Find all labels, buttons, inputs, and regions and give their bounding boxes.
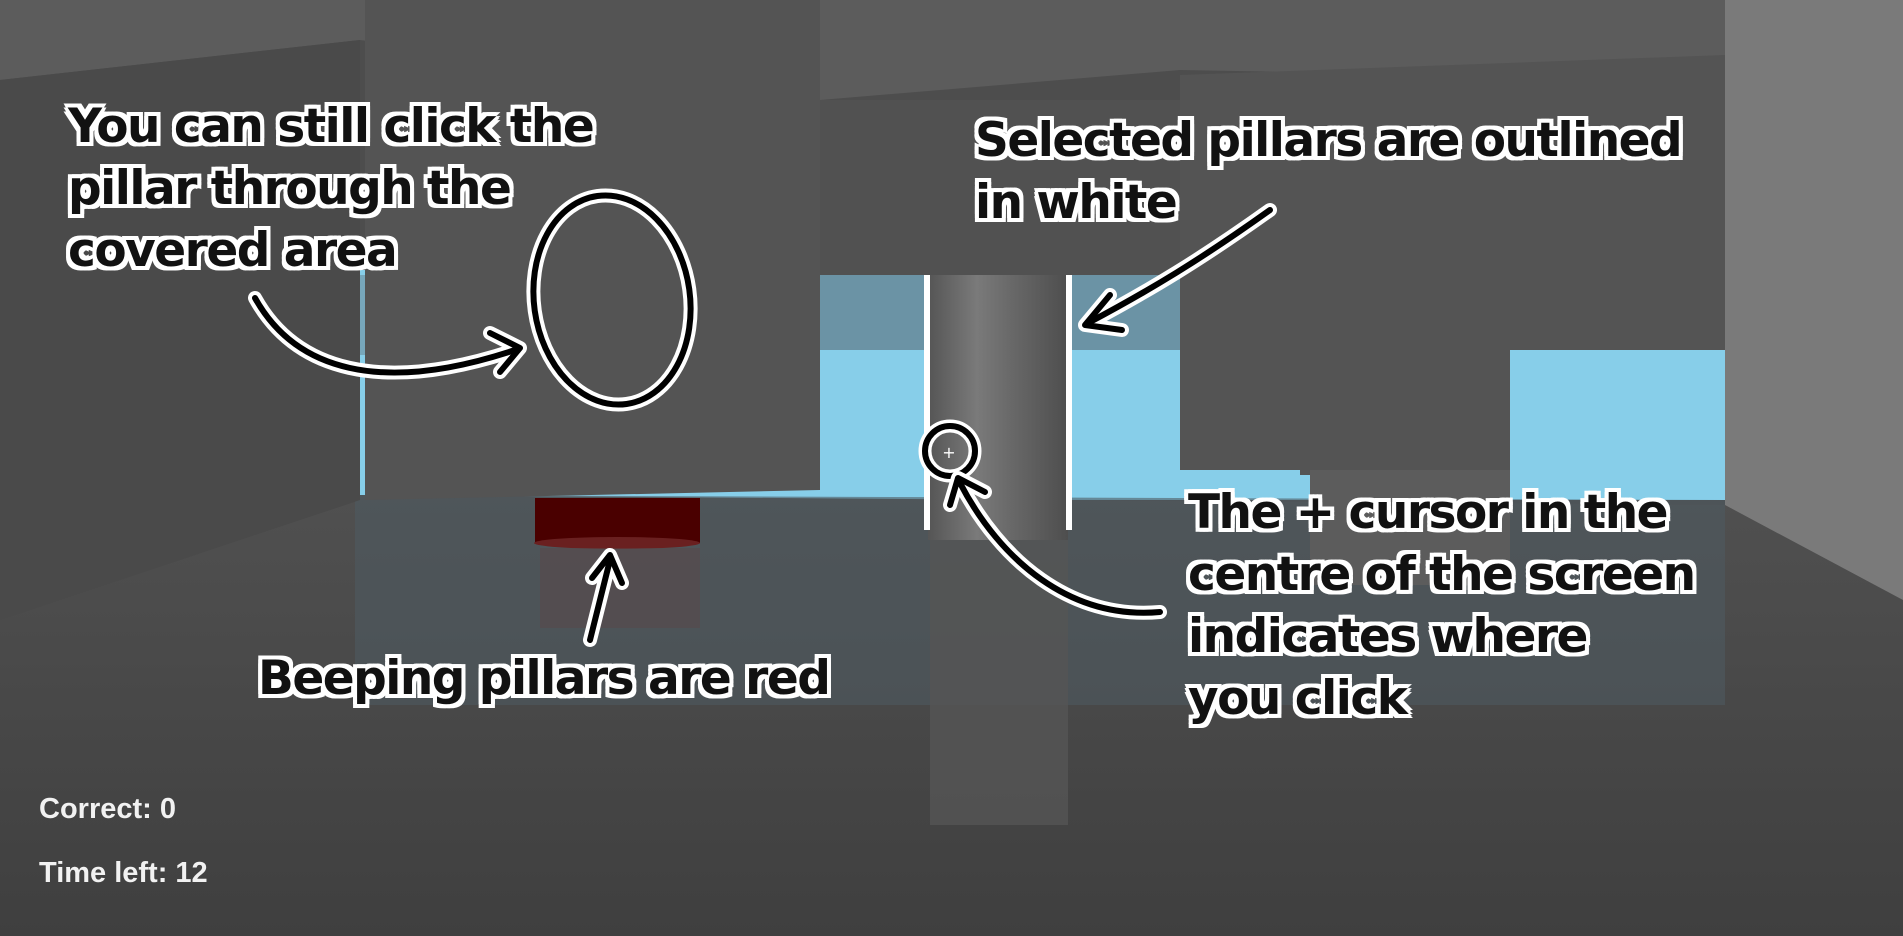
crosshair: + (942, 443, 955, 462)
beeping-pillar[interactable] (535, 498, 700, 543)
annotation-selected-outline: Selected pillars are outlined in white (975, 113, 1683, 230)
beeping-pillar-base (534, 537, 700, 549)
annotation-click-through: You can still click the pillar through t… (68, 99, 595, 278)
hud-time-left: Time left: 12 (39, 857, 208, 889)
game-viewport[interactable]: + You can still click the pillar through… (0, 0, 1903, 936)
hud-correct-count: Correct: 0 (39, 793, 176, 825)
annotation-beeping-red: Beeping pillars are red (258, 651, 831, 706)
selected-outline-right (1066, 275, 1072, 530)
selected-outline-left (924, 275, 930, 530)
annotation-cursor-hint: The + cursor in the centre of the screen… (1188, 485, 1696, 726)
right-wall (1725, 0, 1903, 600)
